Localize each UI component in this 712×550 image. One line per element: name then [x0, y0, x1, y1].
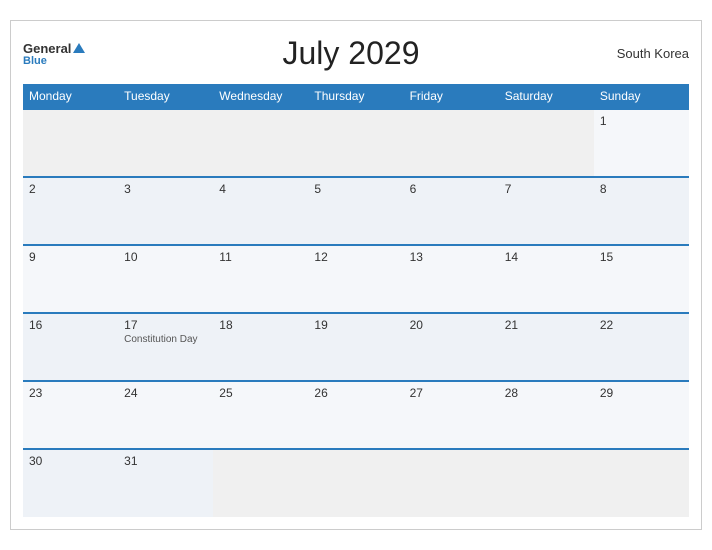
day-number: 17	[124, 318, 207, 332]
day-number: 18	[219, 318, 302, 332]
weekday-header-friday: Friday	[404, 84, 499, 109]
week-row-6: 30 31	[23, 449, 689, 517]
weekday-header-saturday: Saturday	[499, 84, 594, 109]
calendar-cell	[213, 109, 308, 177]
calendar-cell: 3	[118, 177, 213, 245]
day-number: 5	[314, 182, 397, 196]
calendar-cell: 22	[594, 313, 689, 381]
logo: General Blue	[23, 41, 103, 67]
week-row-2: 2345678	[23, 177, 689, 245]
calendar-cell: 18	[213, 313, 308, 381]
day-number: 28	[505, 386, 588, 400]
calendar-cell: 6	[404, 177, 499, 245]
calendar-cell: 7	[499, 177, 594, 245]
weekday-header-tuesday: Tuesday	[118, 84, 213, 109]
weekday-header-thursday: Thursday	[308, 84, 403, 109]
calendar-cell: 26	[308, 381, 403, 449]
day-number: 9	[29, 250, 112, 264]
calendar-cell: 30	[23, 449, 118, 517]
day-number: 11	[219, 250, 302, 264]
calendar-cell: 29	[594, 381, 689, 449]
calendar-cell: 23	[23, 381, 118, 449]
week-row-4: 16 17 Constitution Day 18 19 20 21 22	[23, 313, 689, 381]
day-number: 25	[219, 386, 302, 400]
day-number: 23	[29, 386, 112, 400]
day-number: 27	[410, 386, 493, 400]
calendar-cell: 15	[594, 245, 689, 313]
calendar-cell: 8	[594, 177, 689, 245]
weekday-header-sunday: Sunday	[594, 84, 689, 109]
day-number: 22	[600, 318, 683, 332]
calendar-cell: 10	[118, 245, 213, 313]
day-number: 13	[410, 250, 493, 264]
calendar-cell	[23, 109, 118, 177]
event-label: Constitution Day	[124, 334, 207, 345]
calendar-cell	[404, 449, 499, 517]
calendar-cell: 5	[308, 177, 403, 245]
day-number: 30	[29, 454, 112, 468]
day-number: 12	[314, 250, 397, 264]
calendar-cell	[308, 109, 403, 177]
calendar-cell	[499, 109, 594, 177]
calendar-cell	[213, 449, 308, 517]
calendar-cell: 21	[499, 313, 594, 381]
calendar-cell	[594, 449, 689, 517]
day-number: 16	[29, 318, 112, 332]
calendar-cell	[404, 109, 499, 177]
calendar-grid: MondayTuesdayWednesdayThursdayFridaySatu…	[23, 84, 689, 517]
calendar-cell: 19	[308, 313, 403, 381]
calendar-cell: 31	[118, 449, 213, 517]
calendar-cell: 14	[499, 245, 594, 313]
calendar-header: General Blue July 2029 South Korea	[23, 31, 689, 76]
day-number: 1	[600, 114, 683, 128]
calendar-cell: 11	[213, 245, 308, 313]
day-number: 29	[600, 386, 683, 400]
calendar-cell	[118, 109, 213, 177]
calendar-cell: 4	[213, 177, 308, 245]
calendar-cell: 24	[118, 381, 213, 449]
calendar-cell: 13	[404, 245, 499, 313]
week-row-5: 23 24 25 26 27 28 29	[23, 381, 689, 449]
day-number: 14	[505, 250, 588, 264]
calendar-cell	[308, 449, 403, 517]
calendar-title: July 2029	[103, 35, 599, 72]
country-label: South Korea	[599, 46, 689, 61]
weekday-header-monday: Monday	[23, 84, 118, 109]
calendar-cell: 27	[404, 381, 499, 449]
day-number: 3	[124, 182, 207, 196]
day-number: 31	[124, 454, 207, 468]
calendar-cell: 1	[594, 109, 689, 177]
day-number: 7	[505, 182, 588, 196]
day-number: 19	[314, 318, 397, 332]
calendar-cell: 9	[23, 245, 118, 313]
day-number: 4	[219, 182, 302, 196]
calendar-container: General Blue July 2029 South Korea Monda…	[10, 20, 702, 530]
calendar-cell	[499, 449, 594, 517]
day-number: 10	[124, 250, 207, 264]
week-row-3: 9 10 11 12 13 14 15	[23, 245, 689, 313]
calendar-cell: 28	[499, 381, 594, 449]
calendar-cell: 16	[23, 313, 118, 381]
day-number: 8	[600, 182, 683, 196]
calendar-cell: 17 Constitution Day	[118, 313, 213, 381]
day-number: 20	[410, 318, 493, 332]
week-row-1: 1	[23, 109, 689, 177]
calendar-cell: 25	[213, 381, 308, 449]
weekday-header-row: MondayTuesdayWednesdayThursdayFridaySatu…	[23, 84, 689, 109]
day-number: 15	[600, 250, 683, 264]
weekday-header-wednesday: Wednesday	[213, 84, 308, 109]
calendar-cell: 12	[308, 245, 403, 313]
calendar-cell: 2	[23, 177, 118, 245]
day-number: 21	[505, 318, 588, 332]
day-number: 26	[314, 386, 397, 400]
day-number: 2	[29, 182, 112, 196]
day-number: 6	[410, 182, 493, 196]
day-number: 24	[124, 386, 207, 400]
calendar-cell: 20	[404, 313, 499, 381]
